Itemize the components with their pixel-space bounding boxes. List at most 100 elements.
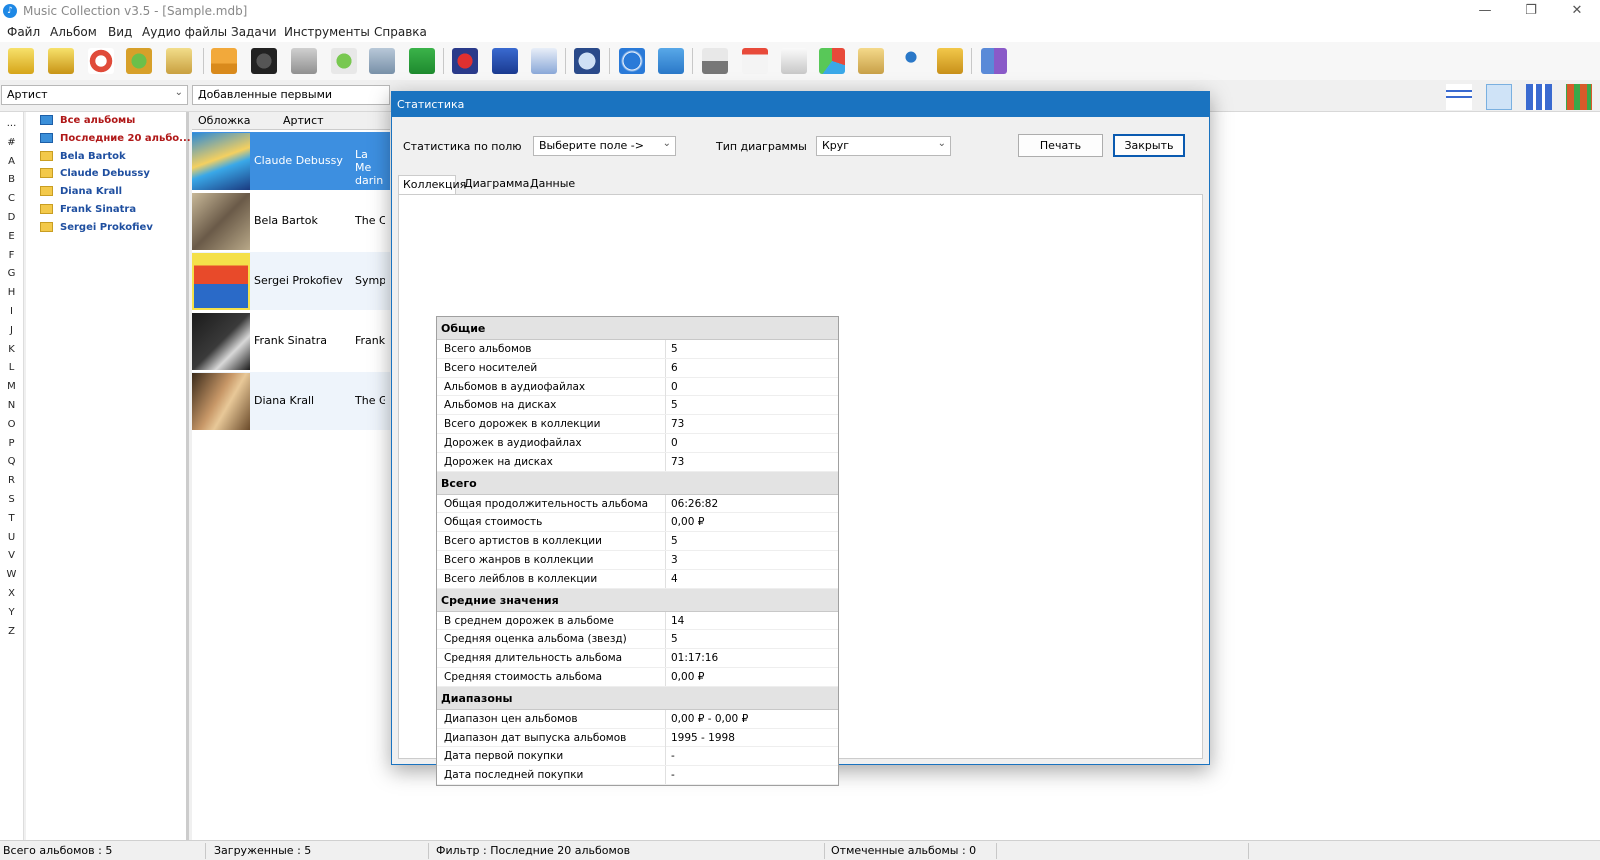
letter-item[interactable]: N (0, 400, 23, 419)
report-icon[interactable] (781, 48, 807, 74)
menu-album[interactable]: Альбом (50, 25, 97, 39)
stat-label: Всего дорожек в коллекции (444, 418, 601, 431)
add-collection-icon[interactable] (48, 48, 74, 74)
letter-item[interactable]: S (0, 494, 23, 513)
view-covers-icon[interactable] (1566, 84, 1592, 110)
view-list-icon[interactable] (1486, 84, 1512, 110)
album-row[interactable]: Sergei Prokofiev Symph (192, 252, 390, 310)
view-tiles-icon[interactable] (1526, 84, 1552, 110)
menu-audio-files[interactable]: Аудио файлы (142, 25, 227, 39)
letter-item[interactable]: V (0, 550, 23, 569)
add-file-icon[interactable] (409, 48, 435, 74)
export-icon[interactable] (937, 48, 963, 74)
status-loaded: Загруженные : 5 (214, 844, 312, 857)
tree-item-label: Последние 20 альбо... (60, 132, 191, 144)
user-icon[interactable] (898, 48, 924, 74)
letter-item[interactable]: C (0, 193, 23, 212)
remove-icon[interactable] (452, 48, 478, 74)
network-icon[interactable] (369, 48, 395, 74)
tab-data[interactable]: Данные (526, 175, 579, 195)
album-row[interactable]: Diana Krall The G (192, 372, 390, 430)
letter-item[interactable]: B (0, 174, 23, 193)
tree-item-bela-bartok[interactable]: Bela Bartok (26, 150, 186, 169)
tree-item-last-20[interactable]: Последние 20 альбо... (26, 132, 191, 151)
letter-item[interactable]: ... (0, 118, 23, 137)
stat-label: Всего альбомов (444, 343, 532, 355)
letter-item[interactable]: T (0, 513, 23, 532)
stat-value: 5 (671, 399, 678, 412)
menu-tools[interactable]: Инструменты (284, 25, 370, 39)
letter-item[interactable]: M (0, 381, 23, 400)
stat-row: Общая продолжительность альбома 06:26:82 (437, 494, 838, 514)
add-album-icon[interactable] (8, 48, 34, 74)
stat-row: Средняя стоимость альбома 0,00 ₽ (437, 667, 838, 687)
properties-icon[interactable] (531, 48, 557, 74)
menu-tasks[interactable]: Задачи (231, 25, 277, 39)
letter-item[interactable]: X (0, 588, 23, 607)
letter-item[interactable]: Z (0, 626, 23, 645)
column-header-cover[interactable]: Обложка (198, 114, 251, 127)
letter-item[interactable]: K (0, 344, 23, 363)
column-header-artist[interactable]: Артист (283, 114, 324, 127)
eject-icon[interactable] (211, 48, 237, 74)
letter-item[interactable]: Y (0, 607, 23, 626)
letter-item[interactable]: P (0, 438, 23, 457)
letter-item[interactable]: O (0, 419, 23, 438)
print-button[interactable]: Печать (1018, 134, 1103, 157)
tree-item-claude-debussy[interactable]: Claude Debussy (26, 168, 186, 186)
letter-item[interactable]: G (0, 268, 23, 287)
stat-field-select[interactable]: Выберите поле -> ⌄ (533, 136, 676, 156)
tab-collection[interactable]: Коллекция (398, 175, 466, 195)
letter-item[interactable]: F (0, 250, 23, 269)
tree-item-diana-krall[interactable]: Diana Krall (26, 186, 186, 204)
letter-item[interactable]: E (0, 231, 23, 250)
stat-row: Диапазон цен альбомов 0,00 ₽ - 0,00 ₽ (437, 709, 838, 729)
album-row[interactable]: Claude Debussy La Me darin (192, 132, 390, 190)
search-db-icon[interactable] (166, 48, 192, 74)
audio-search-icon[interactable] (574, 48, 600, 74)
letter-item[interactable]: A (0, 156, 23, 175)
close-dialog-button[interactable]: Закрыть (1113, 134, 1185, 157)
shuffle-icon[interactable] (658, 48, 684, 74)
letter-item[interactable]: I (0, 306, 23, 325)
tree-item-sergei-prokofiev[interactable]: Sergei Prokofiev (26, 221, 186, 240)
minimize-button[interactable]: — (1462, 2, 1508, 20)
tree-item-all-albums[interactable]: Все альбомы (26, 115, 186, 133)
close-button[interactable]: ✕ (1554, 2, 1600, 20)
album-row[interactable]: Frank Sinatra Frank (192, 312, 390, 370)
letter-item[interactable]: U (0, 532, 23, 551)
letter-item[interactable]: W (0, 569, 23, 588)
calendar-icon[interactable] (742, 48, 768, 74)
sort-select[interactable]: Добавленные первыми (192, 85, 390, 105)
edit-icon[interactable] (492, 48, 518, 74)
letter-item[interactable]: # (0, 137, 23, 156)
letter-item[interactable]: R (0, 475, 23, 494)
section-header: Диапазоны (437, 686, 838, 710)
pie-chart-icon[interactable] (819, 48, 845, 74)
chart-type-select[interactable]: Круг ⌄ (816, 136, 951, 156)
letter-item[interactable]: Q (0, 456, 23, 475)
section-header: Всего (437, 471, 838, 495)
menu-file[interactable]: Файл (7, 25, 40, 39)
letter-item[interactable]: J (0, 325, 23, 344)
menu-help[interactable]: Справка (374, 25, 427, 39)
view-details-icon[interactable] (1446, 84, 1472, 110)
lifebuoy-icon[interactable] (88, 48, 114, 74)
letter-item[interactable]: H (0, 287, 23, 306)
play-icon[interactable] (619, 48, 645, 74)
album-row[interactable]: Bela Bartok The C (192, 192, 390, 250)
download-icon[interactable] (291, 48, 317, 74)
letter-item[interactable]: D (0, 212, 23, 231)
folder-icon[interactable] (858, 48, 884, 74)
cd-text-icon[interactable] (251, 48, 277, 74)
find-icon[interactable] (331, 48, 357, 74)
letter-item[interactable]: L (0, 362, 23, 381)
web-import-icon[interactable] (126, 48, 152, 74)
restore-button[interactable]: ❐ (1508, 2, 1554, 20)
field-filter-select[interactable]: Артист ⌄ (1, 85, 188, 105)
tree-item-frank-sinatra[interactable]: Frank Sinatra (26, 203, 186, 222)
menu-view[interactable]: Вид (108, 25, 132, 39)
print-icon[interactable] (702, 48, 728, 74)
tab-chart[interactable]: Диаграмма (460, 175, 533, 195)
exit-icon[interactable] (981, 48, 1007, 74)
